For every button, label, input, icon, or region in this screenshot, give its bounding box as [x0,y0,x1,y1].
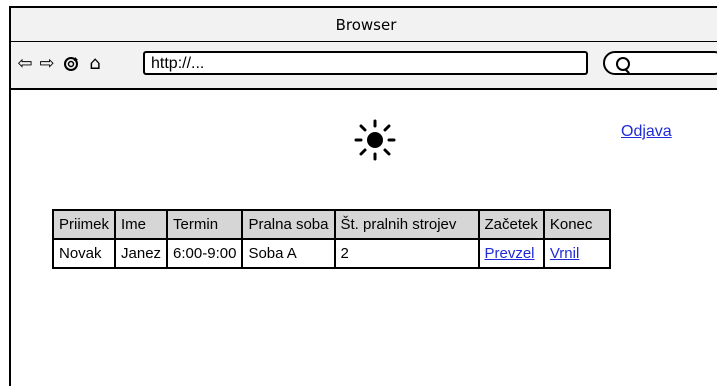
column-header-st-strojev: Št. pralnih strojev [333,209,480,240]
vrnil-link[interactable]: Vrnil [550,245,579,262]
home-icon[interactable]: ⌂ [85,54,105,74]
cell-ime: Janez [114,238,169,269]
column-header-ime: Ime [114,209,169,240]
table-row: Novak Janez 6:00-9:00 Soba A 2 Prevzel V… [51,238,611,269]
logout-link[interactable]: Odjava [621,123,672,141]
search-icon[interactable] [616,57,630,71]
search-field[interactable] [603,51,717,75]
forward-arrow-icon[interactable]: ⇨ [37,54,57,74]
browser-chrome: Browser ⇦ ⇨ ⌂ [11,8,717,90]
cell-konec: Vrnil [542,238,611,269]
window-title: Browser [335,16,397,34]
column-header-zacetek: Začetek [477,209,545,240]
cell-zacetek: Prevzel [477,238,545,269]
column-header-termin: Termin [166,209,244,240]
browser-window: Browser ⇦ ⇨ ⌂ Odjava [9,6,717,386]
cell-pralna-soba: Soba A [241,238,336,269]
column-header-konec: Konec [542,209,611,240]
cell-termin: 6:00-9:00 [166,238,244,269]
prevzel-link[interactable]: Prevzel [485,245,535,262]
cell-priimek: Novak [51,238,117,269]
column-header-pralna-soba: Pralna soba [241,209,336,240]
sun-icon [354,119,396,161]
table-header-row: Priimek Ime Termin Pralna soba Št. praln… [51,209,611,240]
url-input[interactable] [143,51,588,75]
reload-icon[interactable] [61,54,81,74]
title-divider [11,41,717,42]
column-header-priimek: Priimek [51,209,117,240]
reservation-table: Priimek Ime Termin Pralna soba Št. praln… [51,209,611,269]
back-arrow-icon[interactable]: ⇦ [15,54,35,74]
cell-st-strojev: 2 [333,238,480,269]
